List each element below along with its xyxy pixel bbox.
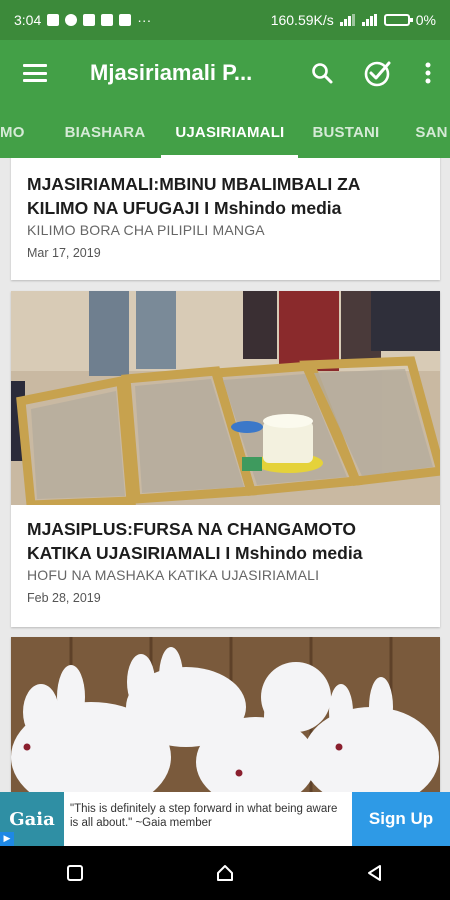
ad-brand: Gaia [9,808,55,830]
ad-signup-button[interactable]: Sign Up [352,792,450,846]
article-subtitle: HOFU NA MASHAKA KATIKA UJASIRIAMALI [27,567,320,583]
article-list: MJASIRIAMALI:MBINU MBALIMBALI ZA KILIMO … [0,158,450,792]
battery-percent: 0% [415,12,436,28]
recents-button[interactable] [45,846,105,900]
home-icon [217,865,233,881]
image-icon [119,14,132,26]
back-icon [368,865,381,881]
network-speed: 160.59K/s [270,12,334,28]
more-options-button[interactable] [406,40,450,106]
status-bar: 3:04 ··· 160.59K/s 0% [0,0,450,40]
ad-text: "This is definitely a step forward in wh… [70,803,338,829]
article-title: MJASIPLUS:FURSA NA CHANGAMOTO KATIKA UJA… [27,519,363,563]
article-card[interactable] [11,637,440,792]
ad-banner[interactable]: Gaia ▶ "This is definitely a step forwar… [0,792,450,846]
tab-ujasiriamali[interactable]: UJASIRIAMALI [161,106,299,158]
article-card[interactable]: MJASIPLUS:FURSA NA CHANGAMOTO KATIKA UJA… [11,291,440,627]
ad-choices-icon[interactable]: ▶ [0,832,14,846]
tab-kilimo[interactable]: MO [0,106,37,158]
menu-icon [23,64,47,82]
app-bar: Mjasiriamali P... [0,40,450,106]
check-circle-icon [364,61,391,87]
home-button[interactable] [195,846,255,900]
tab-bustani[interactable]: BUSTANI [298,106,391,158]
app-title: Mjasiriamali P... [90,60,253,85]
article-date: Mar 17, 2019 [27,246,101,260]
article-thumbnail [11,637,440,792]
signal-icon [361,14,377,26]
tab-san[interactable]: SAN [391,106,450,158]
tab-biashara[interactable]: BIASHARA [37,106,158,158]
more-notifications: ··· [137,12,152,28]
notification-icon [47,14,60,26]
check-button[interactable] [350,40,406,106]
article-title: MJASIRIAMALI:MBINU MBALIMBALI ZA KILIMO … [27,174,360,218]
mail-icon [101,14,114,26]
signal-icon [339,14,355,26]
search-button[interactable] [294,40,350,106]
notification-icon [65,14,78,26]
search-icon [312,63,333,84]
ad-logo: Gaia ▶ [0,792,64,846]
battery-icon [383,14,413,26]
more-vert-icon [425,62,431,84]
status-time: 3:04 [14,12,42,28]
back-button[interactable] [345,846,405,900]
article-card[interactable]: MJASIRIAMALI:MBINU MBALIMBALI ZA KILIMO … [11,158,440,280]
category-tabs: MO BIASHARA UJASIRIAMALI BUSTANI SAN [0,106,450,158]
menu-button[interactable] [0,40,70,106]
recents-icon [67,865,83,881]
article-subtitle: KILIMO BORA CHA PILIPILI MANGA [27,222,265,238]
article-thumbnail [11,291,440,505]
telegram-icon [83,14,96,26]
article-date: Feb 28, 2019 [27,591,101,605]
system-navigation-bar [0,846,450,900]
